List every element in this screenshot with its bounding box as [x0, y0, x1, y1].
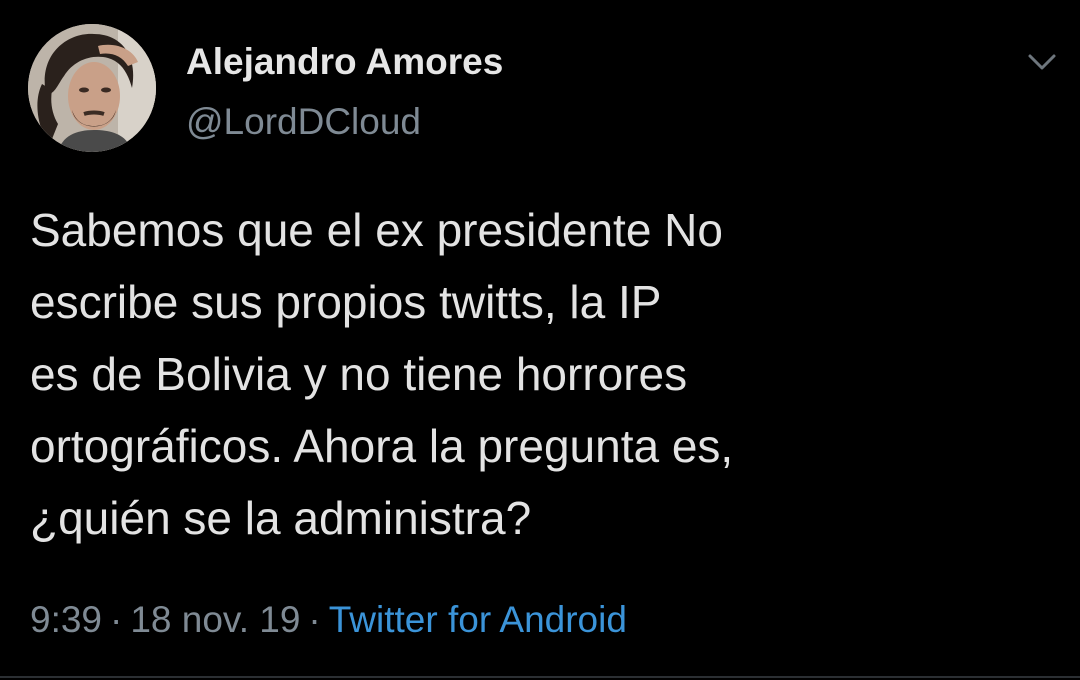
tweet-text: Sabemos que el ex presidente No escribe …	[30, 194, 1060, 554]
tweet-source-link[interactable]: Twitter for Android	[329, 599, 627, 640]
tweet-time: 9:39	[30, 599, 103, 640]
tweet-text-line: ortográficos. Ahora la pregunta es,	[30, 420, 734, 472]
divider	[0, 676, 1080, 678]
author-handle[interactable]: @LordDCloud	[186, 100, 421, 144]
author-display-name[interactable]: Alejandro Amores	[186, 40, 503, 84]
tweet-date: 18 nov. 19	[130, 599, 301, 640]
tweet-text-line: es de Bolivia y no tiene horrores	[30, 348, 688, 400]
tweet-metadata: 9:39 · 18 nov. 19 · Twitter for Android	[30, 596, 627, 644]
profile-photo-icon	[28, 24, 156, 152]
chevron-down-icon[interactable]	[1026, 48, 1058, 76]
tweet-text-line: Sabemos que el ex presidente No	[30, 204, 723, 256]
avatar[interactable]	[28, 24, 156, 152]
tweet-card: Alejandro Amores @LordDCloud Sabemos que…	[0, 0, 1080, 680]
meta-separator: ·	[110, 599, 123, 640]
meta-separator: ·	[308, 599, 321, 640]
tweet-text-line: escribe sus propios twitts, la IP	[30, 276, 662, 328]
tweet-text-line: ¿quién se la administra?	[30, 492, 532, 544]
